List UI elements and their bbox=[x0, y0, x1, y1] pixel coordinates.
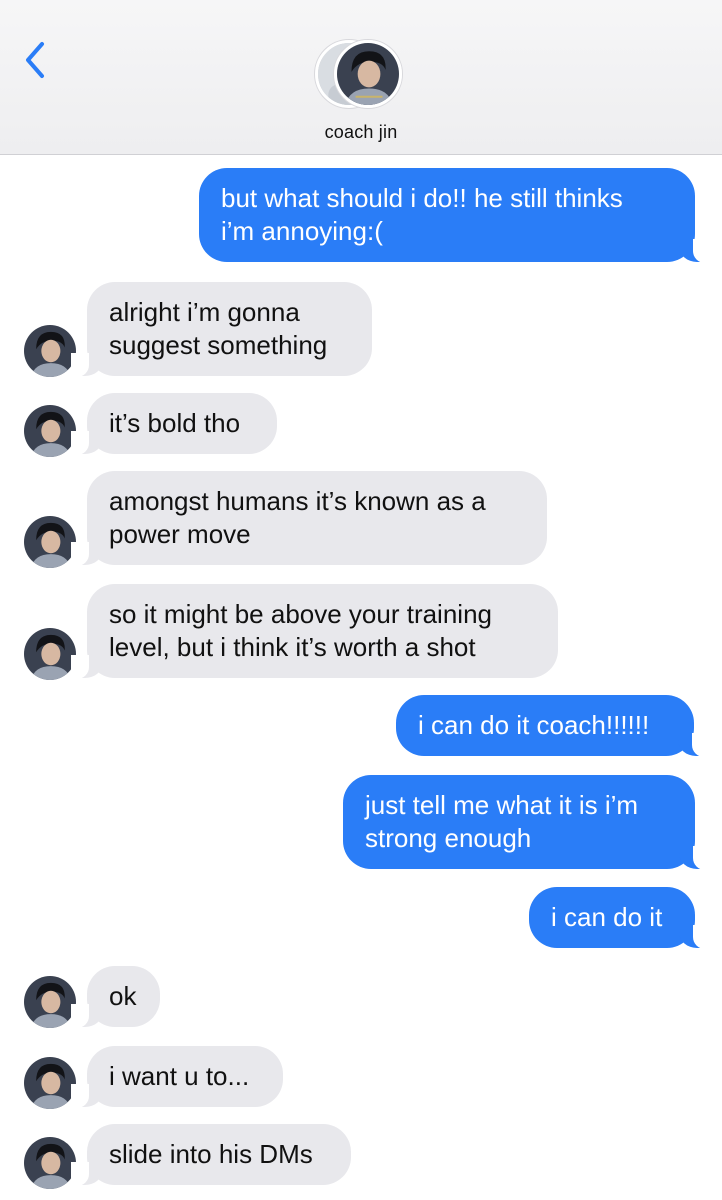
received-message-bubble[interactable]: it’s bold tho bbox=[71, 393, 277, 455]
coach-avatar[interactable] bbox=[24, 1137, 76, 1189]
sent-message-bubble[interactable]: but what should i do!! he still thinks i… bbox=[199, 168, 711, 263]
chevron-left-icon bbox=[26, 42, 44, 78]
coach-avatar[interactable] bbox=[24, 1057, 76, 1109]
coach-avatar[interactable] bbox=[24, 628, 76, 680]
sent-message-bubble[interactable]: i can do it bbox=[529, 887, 711, 949]
back-button[interactable] bbox=[20, 38, 50, 82]
received-message-bubble[interactable]: so it might be above your training level… bbox=[71, 584, 558, 679]
sent-message-bubble[interactable]: just tell me what it is i’m strong enoug… bbox=[343, 775, 711, 870]
coach-avatar[interactable] bbox=[24, 516, 76, 568]
contact-name[interactable]: coach jin bbox=[0, 122, 722, 143]
received-message-bubble[interactable]: alright i’m gonna suggest something bbox=[71, 282, 372, 377]
coach-avatar[interactable] bbox=[24, 405, 76, 457]
coach-avatar[interactable] bbox=[24, 976, 76, 1028]
contact-avatar[interactable] bbox=[334, 40, 402, 108]
received-message-bubble[interactable]: amongst humans it’s known as a power mov… bbox=[71, 471, 547, 566]
received-message-bubble[interactable]: i want u to... bbox=[71, 1046, 283, 1108]
received-message-bubble[interactable]: slide into his DMs bbox=[71, 1124, 351, 1186]
conversation-header: coach jin bbox=[0, 0, 722, 155]
received-message-bubble[interactable]: ok bbox=[71, 966, 160, 1028]
sent-message-bubble[interactable]: i can do it coach!!!!!! bbox=[396, 695, 710, 757]
coach-avatar[interactable] bbox=[24, 325, 76, 377]
